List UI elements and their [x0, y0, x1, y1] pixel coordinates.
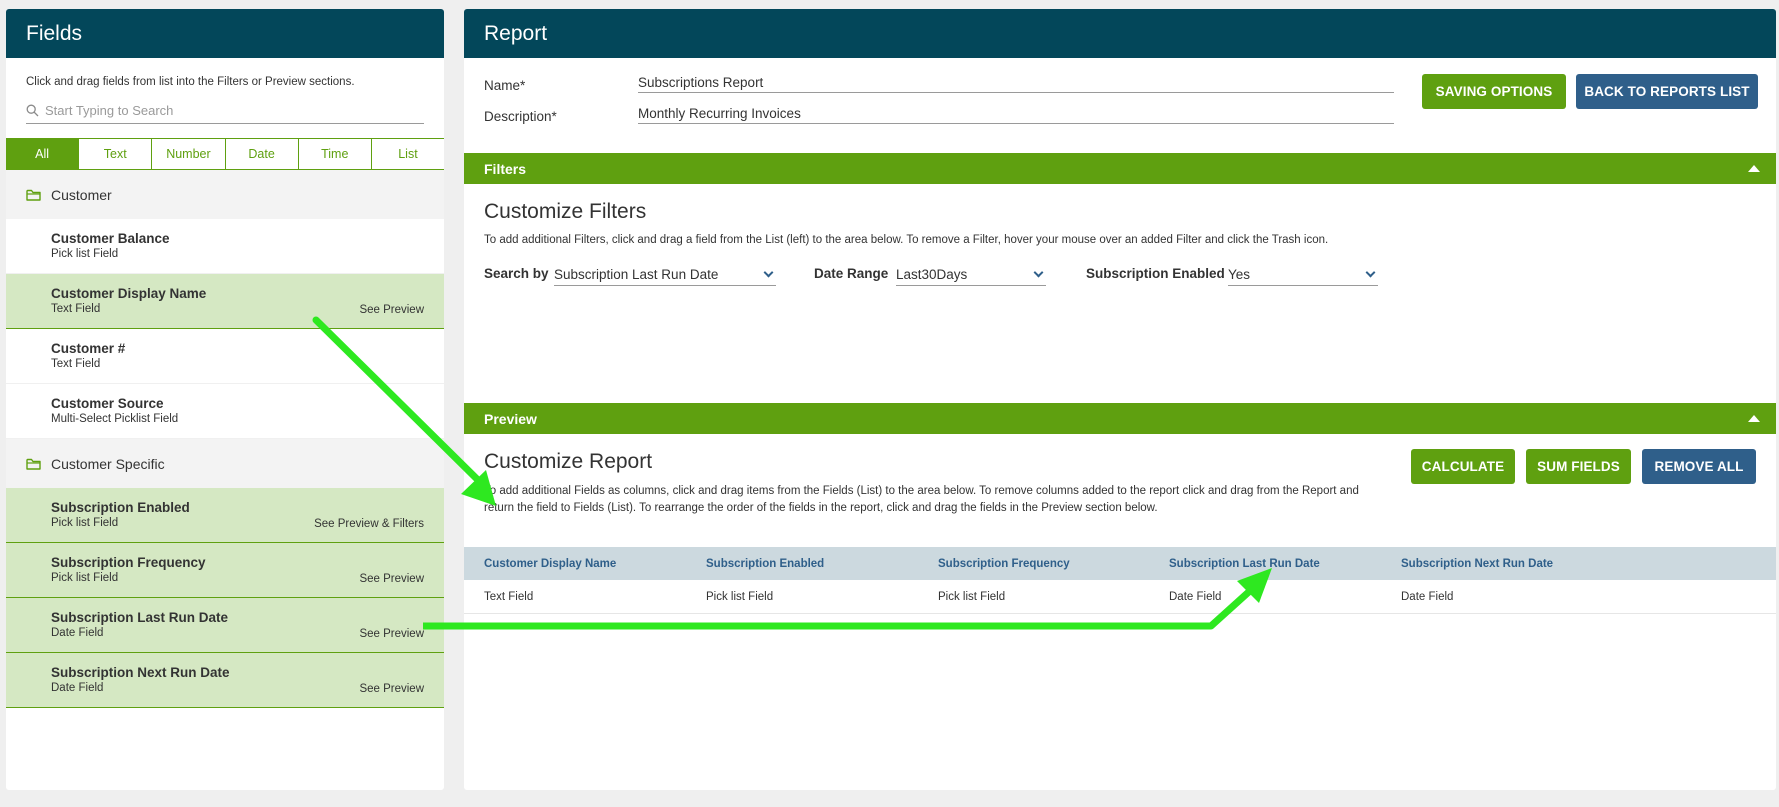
filters-description: To add additional Filters, click and dra… — [484, 234, 1329, 246]
preview-bar-label: Preview — [484, 410, 537, 427]
field-name: Subscription Next Run Date — [51, 665, 230, 680]
field-item[interactable]: Subscription Last Run Date Date Field See … — [6, 598, 444, 653]
chevron-down-icon — [1033, 267, 1044, 278]
preview-table-header: Customer Display Name Subscription Enable… — [464, 547, 1776, 580]
column-header-subscription-last-run-date[interactable]: Subscription Last Run Date — [1169, 547, 1320, 580]
column-header-subscription-enabled[interactable]: Subscription Enabled — [706, 547, 824, 580]
preview-description: To add additional Fields as columns, cli… — [484, 485, 1359, 514]
field-name: Subscription Enabled — [51, 500, 190, 515]
field-item[interactable]: Subscription Next Run Date Date Field See … — [6, 653, 444, 708]
report-panel-header: Report — [464, 9, 1776, 58]
field-item[interactable]: Customer # Text Field — [6, 329, 444, 384]
field-type-tabs: All Text Number Date Time List — [6, 138, 444, 170]
fields-panel-title: Fields — [26, 21, 83, 45]
report-description-field[interactable]: Monthly Recurring Invoices — [638, 106, 1394, 124]
field-item[interactable]: Customer Balance Pick list Field — [6, 219, 444, 274]
field-usage-note: See Preview — [359, 683, 424, 695]
collapse-caret-icon[interactable] — [1748, 165, 1760, 172]
field-name: Customer Display Name — [51, 286, 207, 301]
table-cell: Pick list Field — [706, 590, 774, 603]
search-by-select[interactable]: Subscription Last Run Date — [554, 264, 776, 286]
tab-time[interactable]: Time — [299, 139, 372, 169]
column-header-subscription-next-run-date[interactable]: Subscription Next Run Date — [1401, 547, 1553, 580]
field-search-input[interactable] — [45, 103, 424, 118]
back-to-reports-button[interactable]: BACK TO REPORTS LIST — [1576, 74, 1758, 109]
field-item[interactable]: Customer Display Name Text Field See Previ… — [6, 274, 444, 329]
subscription-enabled-value: Yes — [1228, 267, 1251, 282]
calculate-button[interactable]: CALCULATE — [1411, 449, 1515, 484]
date-range-value: Last30Days — [896, 267, 968, 282]
report-panel: Report Name* Subscriptions Report Descri… — [464, 9, 1776, 790]
tab-list[interactable]: List — [372, 139, 444, 169]
column-header-subscription-frequency[interactable]: Subscription Frequency — [938, 547, 1070, 580]
tab-text[interactable]: Text — [79, 139, 153, 169]
field-name: Customer Source — [51, 396, 164, 411]
table-row: Text Field Pick list Field Pick list Field… — [464, 580, 1776, 614]
folder-icon — [26, 189, 41, 201]
filters-bar-label: Filters — [484, 160, 527, 177]
field-group-name: Customer — [51, 186, 112, 203]
subscription-enabled-label: Subscription Enabled — [1086, 266, 1225, 281]
field-name: Subscription Last Run Date — [51, 610, 229, 625]
report-description-row: Description* Monthly Recurring Invoices — [484, 106, 1394, 124]
field-type: Text Field — [51, 358, 101, 370]
field-item[interactable]: Customer Source Multi-Select Picklist Fie… — [6, 384, 444, 439]
search-by-value: Subscription Last Run Date — [554, 267, 719, 282]
column-header-customer-display-name[interactable]: Customer Display Name — [484, 547, 616, 580]
date-range-select[interactable]: Last30Days — [896, 264, 1046, 286]
field-search — [26, 98, 424, 124]
table-cell: Date Field — [1169, 590, 1222, 603]
report-name-row: Name* Subscriptions Report — [484, 75, 1394, 93]
table-cell: Pick list Field — [938, 590, 1006, 603]
field-group-customer[interactable]: Customer — [6, 170, 444, 219]
filters-area: Customize Filters To add additional Filt… — [464, 184, 1776, 403]
field-type: Pick list Field — [51, 248, 119, 260]
fields-panel: Fields Click and drag fields from list i… — [6, 9, 444, 790]
field-name: Customer # — [51, 341, 126, 356]
tab-all[interactable]: All — [6, 139, 80, 169]
tab-number[interactable]: Number — [152, 139, 226, 169]
subscription-enabled-select[interactable]: Yes — [1228, 264, 1378, 286]
field-usage-note: See Preview — [359, 573, 424, 585]
field-item[interactable]: Subscription Enabled Pick list Field See P… — [6, 488, 444, 543]
preview-table: Customer Display Name Subscription Enable… — [464, 547, 1776, 614]
report-meta: Name* Subscriptions Report Description* … — [464, 58, 1776, 153]
field-usage-note: See Preview — [359, 304, 424, 316]
chevron-down-icon — [1365, 267, 1376, 278]
table-cell: Date Field — [1401, 590, 1454, 603]
field-name: Customer Balance — [51, 231, 170, 246]
field-group-name: Customer Specific — [51, 455, 165, 472]
field-list: Customer Customer Balance Pick list Field C… — [6, 170, 444, 708]
saving-options-button[interactable]: SAVING OPTIONS — [1422, 74, 1566, 109]
folder-icon — [26, 458, 41, 470]
preview-area: Customize Report To add additional Field… — [464, 434, 1776, 774]
remove-all-button[interactable]: REMOVE ALL — [1642, 449, 1756, 484]
filters-section-bar[interactable]: Filters — [464, 153, 1776, 184]
chevron-down-icon — [763, 267, 774, 278]
search-by-label: Search by — [484, 266, 549, 281]
date-range-label: Date Range — [814, 266, 889, 281]
sum-fields-button[interactable]: SUM FIELDS — [1526, 449, 1631, 484]
fields-instructions: Click and drag fields from list into the… — [26, 76, 355, 88]
preview-section-bar[interactable]: Preview — [464, 403, 1776, 434]
filters-title: Customize Filters — [484, 200, 647, 223]
field-group-customer-specific[interactable]: Customer Specific — [6, 439, 444, 488]
report-name-field[interactable]: Subscriptions Report — [638, 75, 1394, 93]
fields-panel-header: Fields — [6, 9, 444, 58]
report-name-label: Name* — [484, 78, 526, 93]
field-type: Multi-Select Picklist Field — [51, 413, 179, 425]
tab-date[interactable]: Date — [226, 139, 299, 169]
table-cell: Text Field — [484, 590, 534, 603]
report-description-label: Description* — [484, 109, 557, 124]
preview-title: Customize Report — [484, 450, 653, 473]
field-usage-note: See Preview — [359, 628, 424, 640]
field-item[interactable]: Subscription Frequency Pick list Field See… — [6, 543, 444, 598]
field-usage-note: See Preview & Filters — [314, 518, 424, 530]
collapse-caret-icon[interactable] — [1748, 415, 1760, 422]
search-icon — [26, 104, 39, 117]
field-name: Subscription Frequency — [51, 555, 206, 570]
report-panel-title: Report — [484, 21, 548, 45]
